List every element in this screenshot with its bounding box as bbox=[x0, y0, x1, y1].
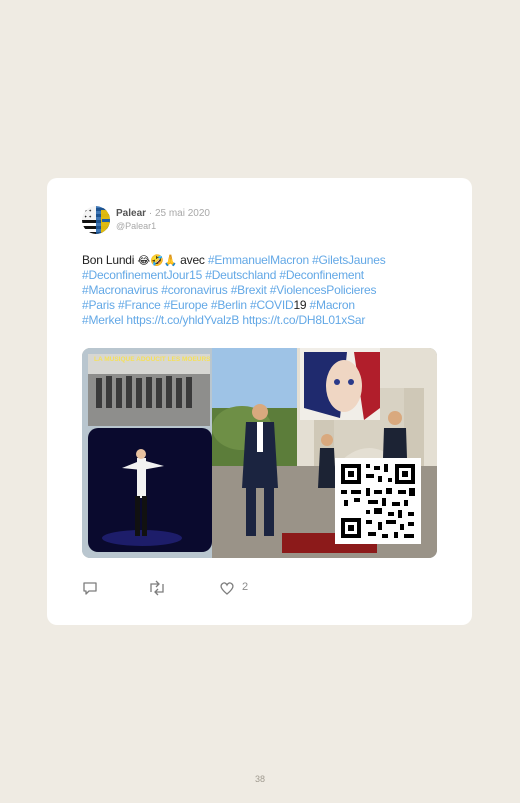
author-name[interactable]: Palear bbox=[116, 208, 146, 219]
tweet-link[interactable]: https://t.co/yhldYvalzB bbox=[126, 313, 239, 327]
tweet-text: Bon Lundi 😂🤣🙏 avec #EmmanuelMacron #Gile… bbox=[82, 253, 442, 328]
hashtag[interactable]: #Berlin bbox=[211, 298, 247, 312]
hashtag[interactable]: #coronavirus bbox=[161, 283, 228, 297]
breton-flag-avatar-image: ✦ ✦ ✦ ✦ bbox=[82, 206, 110, 234]
emojis: 😂🤣🙏 bbox=[137, 254, 178, 267]
hashtag[interactable]: #Brexit bbox=[231, 283, 267, 297]
covid-suffix: 19 bbox=[293, 298, 307, 312]
hashtag[interactable]: #Macron bbox=[310, 298, 355, 312]
hashtag[interactable]: #ViolencesPolicieres bbox=[270, 283, 377, 297]
hashtag[interactable]: #Paris bbox=[82, 298, 115, 312]
heart-icon[interactable] bbox=[219, 580, 235, 596]
tweet-card: ✦ ✦ ✦ ✦ Palear · 25 mai 2020 @Palear1 Bo… bbox=[47, 178, 472, 625]
svg-text:✦ ✦: ✦ ✦ bbox=[84, 208, 92, 213]
hashtag[interactable]: #France bbox=[118, 298, 161, 312]
tweet-media[interactable]: LA MUSIQUE ADOUCIT LES MOEURS bbox=[82, 348, 437, 558]
retweet-icon[interactable] bbox=[148, 580, 166, 596]
tweet-author: Palear · 25 mai 2020 bbox=[116, 208, 210, 220]
tweet-actions: 2 bbox=[82, 580, 282, 596]
text-prefix: Bon Lundi bbox=[82, 253, 138, 267]
hashtag[interactable]: #EmmanuelMacron bbox=[208, 253, 309, 267]
image-caption: LA MUSIQUE ADOUCIT LES MOEURS bbox=[94, 356, 211, 363]
page-number: 38 bbox=[254, 774, 265, 784]
avatar[interactable]: ✦ ✦ ✦ ✦ bbox=[82, 206, 110, 234]
hashtag[interactable]: #Macronavirus bbox=[82, 283, 158, 297]
like-count: 2 bbox=[242, 581, 249, 593]
hashtag[interactable]: #GiletsJaunes bbox=[312, 253, 386, 267]
hashtag[interactable]: #DeconfinementJour15 bbox=[82, 268, 202, 282]
text-avec: avec bbox=[177, 253, 208, 267]
hashtag[interactable]: #Merkel bbox=[82, 313, 123, 327]
tweet-date[interactable]: 25 mai 2020 bbox=[155, 208, 210, 219]
meta-separator: · bbox=[148, 208, 153, 219]
svg-text:✦ ✦: ✦ ✦ bbox=[84, 214, 92, 219]
author-handle[interactable]: @Palear1 bbox=[116, 221, 156, 231]
hashtag[interactable]: #COVID bbox=[250, 298, 294, 312]
reply-icon[interactable] bbox=[82, 580, 98, 596]
hashtag[interactable]: #Europe bbox=[164, 298, 208, 312]
hashtag[interactable]: #Deutschland bbox=[205, 268, 276, 282]
collage-image: LA MUSIQUE ADOUCIT LES MOEURS bbox=[82, 348, 437, 558]
hashtag[interactable]: #Deconfinement bbox=[279, 268, 364, 282]
tweet-link[interactable]: https://t.co/DH8L01xSar bbox=[242, 313, 365, 327]
